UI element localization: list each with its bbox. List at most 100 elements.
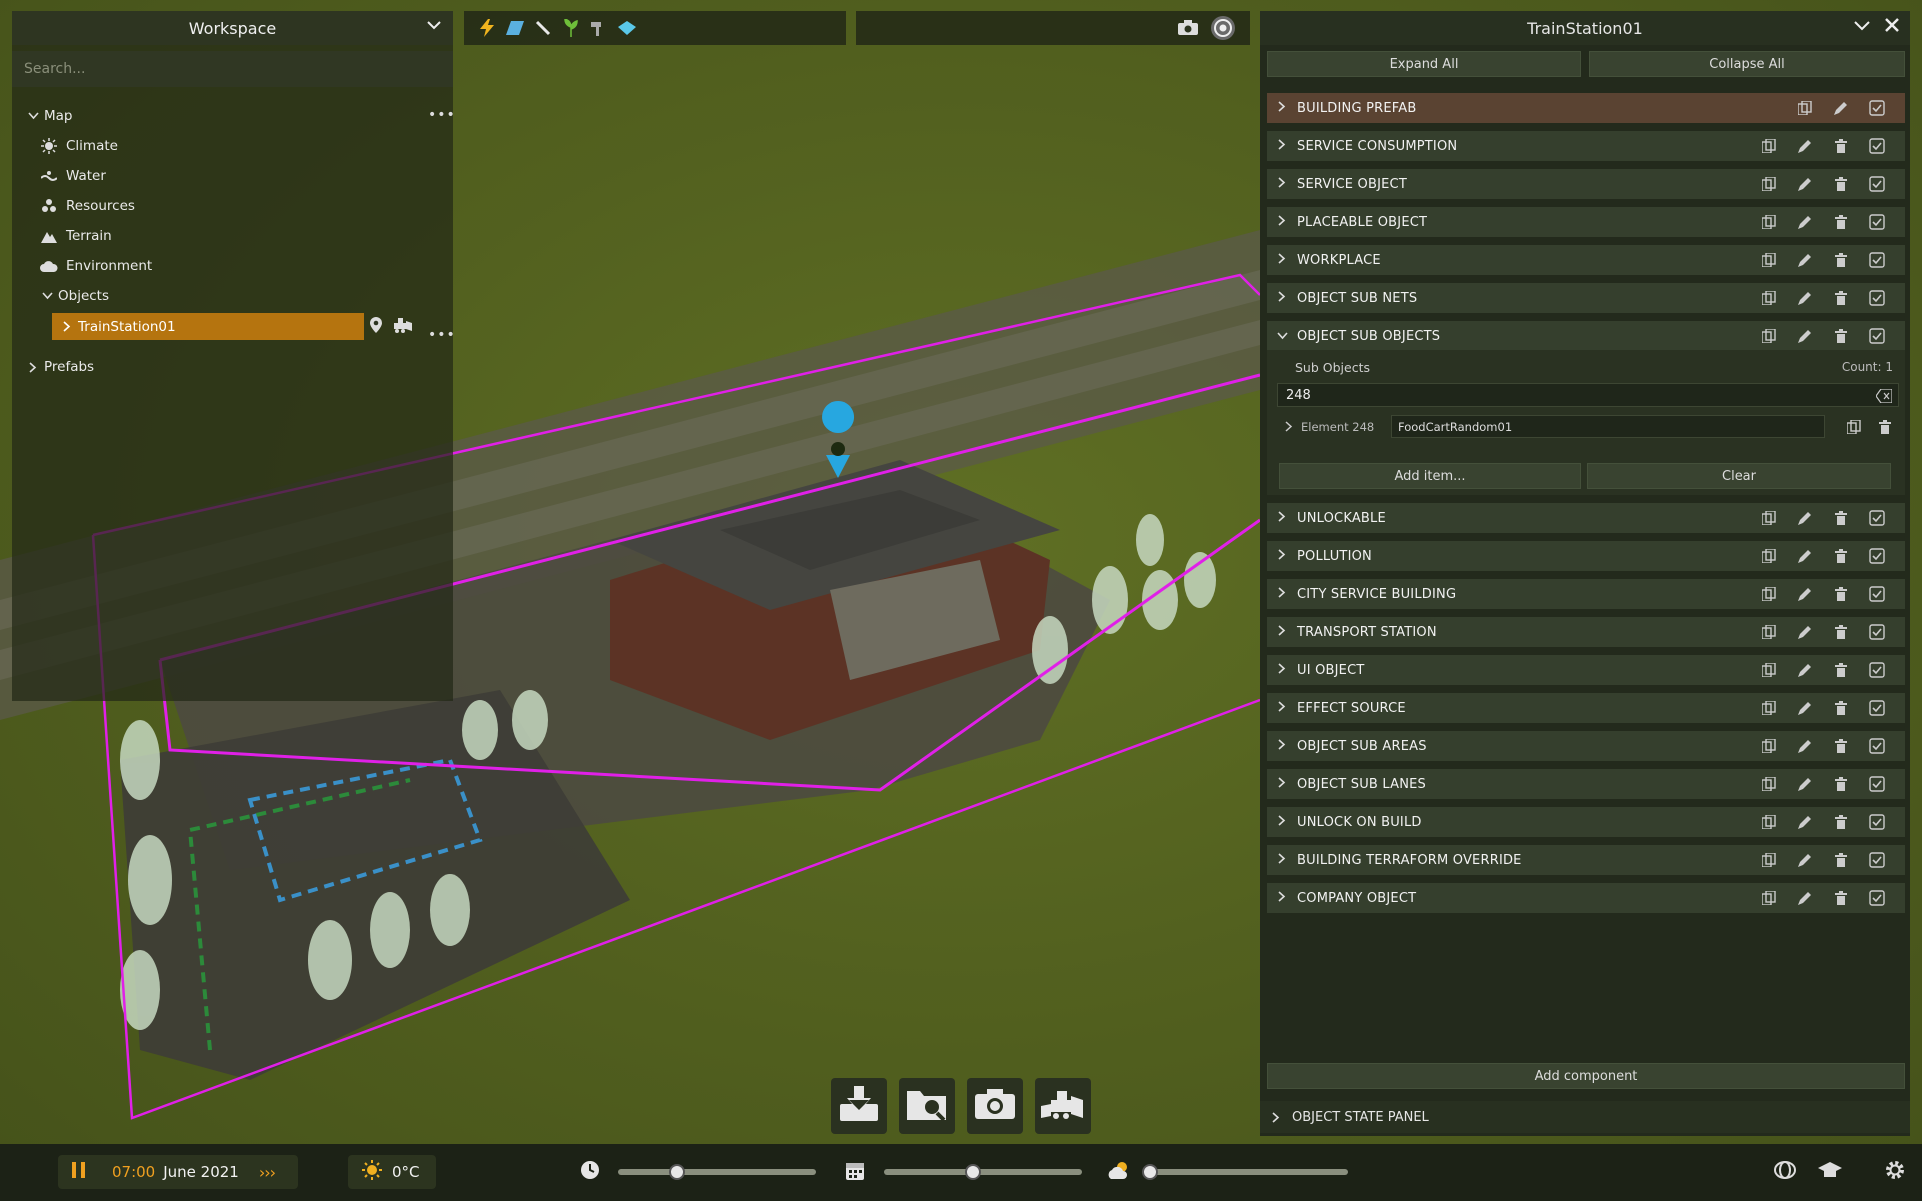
chevron-right-icon[interactable] xyxy=(1267,291,1297,305)
close-icon[interactable] xyxy=(1884,17,1900,37)
copy-icon[interactable] xyxy=(1751,889,1787,907)
trash-icon[interactable] xyxy=(1823,699,1859,717)
component-row-service-object[interactable]: SERVICE OBJECT xyxy=(1267,169,1905,199)
component-row-unlock-on-build[interactable]: UNLOCK ON BUILD xyxy=(1267,807,1905,837)
add-item-button[interactable]: Add item... xyxy=(1279,463,1581,489)
copy-icon[interactable] xyxy=(1751,327,1787,345)
chevron-right-icon[interactable] xyxy=(1267,177,1297,191)
checkbox-icon[interactable] xyxy=(1859,889,1895,907)
chevron-right-icon[interactable] xyxy=(1267,701,1297,715)
location-pin-icon[interactable] xyxy=(370,317,382,337)
edit-icon[interactable] xyxy=(1787,547,1823,565)
copy-icon[interactable] xyxy=(1751,737,1787,755)
bulldoze-button[interactable] xyxy=(1035,1078,1091,1134)
tree-item-terrain[interactable]: Terrain xyxy=(40,223,112,249)
checkbox-icon[interactable] xyxy=(1859,585,1895,603)
tree-item-environment[interactable]: Environment xyxy=(40,253,152,279)
checkbox-icon[interactable] xyxy=(1859,289,1895,307)
trash-icon[interactable] xyxy=(1823,737,1859,755)
trash-icon[interactable] xyxy=(1823,585,1859,603)
trash-icon[interactable] xyxy=(1823,137,1859,155)
workspace-search-input[interactable] xyxy=(24,61,453,77)
trash-icon[interactable] xyxy=(1823,251,1859,269)
trash-icon[interactable] xyxy=(1823,327,1859,345)
edit-icon[interactable] xyxy=(1787,661,1823,679)
checkbox-icon[interactable] xyxy=(1859,699,1895,717)
edit-icon[interactable] xyxy=(1787,137,1823,155)
checkbox-icon[interactable] xyxy=(1859,775,1895,793)
component-row-building-terraform-override[interactable]: BUILDING TERRAFORM OVERRIDE xyxy=(1267,845,1905,875)
tree-item-climate[interactable]: Climate xyxy=(40,133,118,159)
copy-icon[interactable] xyxy=(1751,137,1787,155)
sub-objects-search[interactable]: 248 xyxy=(1277,383,1899,407)
edit-icon[interactable] xyxy=(1787,623,1823,641)
copy-icon[interactable] xyxy=(1751,509,1787,527)
checkbox-icon[interactable] xyxy=(1859,813,1895,831)
edit-icon[interactable] xyxy=(1787,509,1823,527)
copy-icon[interactable] xyxy=(1751,699,1787,717)
clear-button[interactable]: Clear xyxy=(1587,463,1891,489)
component-row-unlockable[interactable]: UNLOCKABLE xyxy=(1267,503,1905,533)
save-button[interactable] xyxy=(831,1078,887,1134)
copy-icon[interactable] xyxy=(1751,813,1787,831)
edit-icon[interactable] xyxy=(1823,99,1859,117)
tree-item-prefabs[interactable]: Prefabs xyxy=(26,354,94,380)
edit-icon[interactable] xyxy=(1787,175,1823,193)
tree-item-water[interactable]: Water xyxy=(40,163,106,189)
tree-item-objects[interactable]: Objects xyxy=(40,283,109,309)
chevron-right-icon[interactable] xyxy=(60,321,74,332)
chevron-right-icon[interactable] xyxy=(1267,215,1297,229)
chevron-right-icon[interactable] xyxy=(1267,549,1297,563)
component-row-workplace[interactable]: WORKPLACE xyxy=(1267,245,1905,275)
checkbox-icon[interactable] xyxy=(1859,137,1895,155)
copy-icon[interactable] xyxy=(1751,623,1787,641)
checkbox-icon[interactable] xyxy=(1859,509,1895,527)
date-slider-handle[interactable] xyxy=(965,1164,982,1180)
trash-icon[interactable] xyxy=(1823,509,1859,527)
chevron-down-icon[interactable] xyxy=(26,112,40,120)
gear-icon[interactable] xyxy=(1885,1160,1905,1184)
copy-icon[interactable] xyxy=(1787,99,1823,117)
chevron-right-icon[interactable] xyxy=(1267,663,1297,677)
copy-icon[interactable] xyxy=(1751,175,1787,193)
copy-icon[interactable] xyxy=(1751,213,1787,231)
copy-icon[interactable] xyxy=(1751,585,1787,603)
workspace-header[interactable]: Workspace xyxy=(12,11,453,45)
trash-icon[interactable] xyxy=(1823,661,1859,679)
edit-icon[interactable] xyxy=(1787,327,1823,345)
chevron-right-icon[interactable] xyxy=(1267,777,1297,791)
open-folder-button[interactable] xyxy=(899,1078,955,1134)
checkbox-icon[interactable] xyxy=(1859,327,1895,345)
chevron-right-icon[interactable] xyxy=(1267,891,1297,905)
component-row-object-sub-nets[interactable]: OBJECT SUB NETS xyxy=(1267,283,1905,313)
chevron-right-icon[interactable] xyxy=(26,361,40,373)
weather-slider[interactable] xyxy=(1150,1169,1348,1175)
workspace-search-box[interactable] xyxy=(12,51,453,87)
camera-icon[interactable] xyxy=(1178,19,1198,39)
tree-item-resources[interactable]: Resources xyxy=(40,193,135,219)
chevron-down-icon[interactable] xyxy=(1854,17,1870,37)
checkbox-icon[interactable] xyxy=(1859,251,1895,269)
edit-icon[interactable] xyxy=(1787,813,1823,831)
checkbox-icon[interactable] xyxy=(1859,547,1895,565)
pause-icon[interactable] xyxy=(72,1162,88,1182)
chevron-right-icon[interactable] xyxy=(1267,815,1297,829)
component-row-city-service-building[interactable]: CITY SERVICE BUILDING xyxy=(1267,579,1905,609)
edit-icon[interactable] xyxy=(1787,699,1823,717)
copy-icon[interactable] xyxy=(1751,851,1787,869)
clear-input-icon[interactable] xyxy=(1875,388,1893,407)
component-row-object-sub-objects[interactable]: OBJECT SUB OBJECTS xyxy=(1267,321,1905,351)
component-row-pollution[interactable]: POLLUTION xyxy=(1267,541,1905,571)
trash-icon[interactable] xyxy=(1823,623,1859,641)
lightning-icon[interactable] xyxy=(478,19,496,37)
trash-icon[interactable] xyxy=(1823,547,1859,565)
edit-icon[interactable] xyxy=(1787,775,1823,793)
trash-icon[interactable] xyxy=(1879,419,1891,438)
copy-icon[interactable] xyxy=(1751,547,1787,565)
chevron-right-icon[interactable] xyxy=(1267,101,1297,115)
weather-slider-handle[interactable] xyxy=(1142,1164,1158,1180)
more-options-icon[interactable]: ••• xyxy=(428,327,456,343)
checkbox-icon[interactable] xyxy=(1859,737,1895,755)
copy-icon[interactable] xyxy=(1751,661,1787,679)
hammer-icon[interactable] xyxy=(590,19,608,37)
